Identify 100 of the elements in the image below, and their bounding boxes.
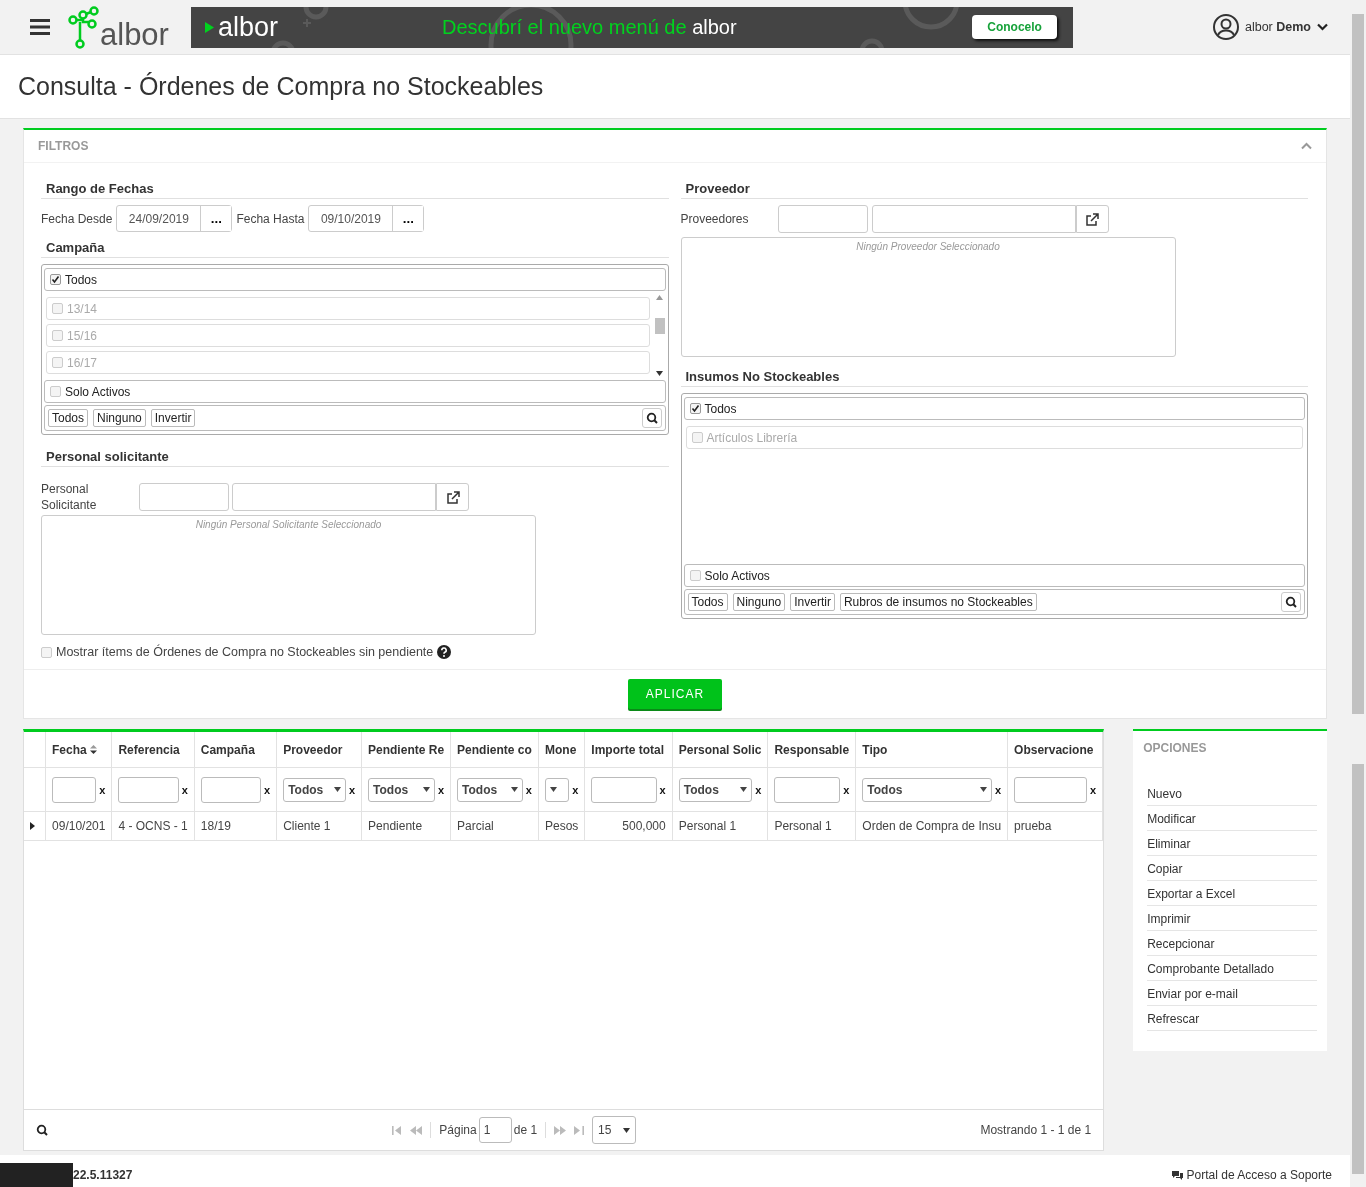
panel-title: OPCIONES [1143,741,1208,755]
option-link[interactable]: Imprimir [1147,906,1317,931]
checkbox-label[interactable]: Todos [65,272,98,287]
column-header[interactable]: Observacione [1007,732,1103,768]
column-header[interactable]: Tipo [855,732,1008,768]
checkbox[interactable] [50,274,61,285]
filter-field[interactable] [52,776,97,803]
option-link[interactable]: Enviar por e-mail [1147,981,1317,1006]
table-cell: 500,000 [584,811,673,841]
sort-icon[interactable] [90,744,98,754]
scroll-thumb[interactable] [1352,14,1364,714]
clear-filter-button[interactable]: x [264,783,271,796]
column-header[interactable]: Referencia [111,732,195,768]
select-button[interactable]: Ninguno [93,409,146,427]
next-page-icon[interactable] [554,1125,567,1135]
search-icon [1285,596,1297,608]
column-header[interactable]: Mone [538,732,585,768]
clear-filter-button[interactable]: x [994,783,1002,796]
filter-field[interactable] [118,776,179,803]
help-icon[interactable] [437,645,452,659]
filter-dropdown[interactable]: Todos [283,777,346,802]
option-link[interactable]: Nuevo [1147,781,1317,806]
option-link[interactable]: Refrescar [1147,1006,1317,1031]
name-field[interactable] [871,205,1076,233]
expand-icon[interactable] [30,822,35,830]
option-link[interactable]: Eliminar [1147,831,1317,856]
select-button[interactable]: Todos [48,409,89,427]
scroll-up-icon[interactable] [656,295,663,300]
clear-filter-button[interactable]: x [572,783,579,796]
user-menu[interactable]: albor Demo [1245,20,1311,34]
clear-filter-button[interactable]: x [99,783,106,796]
chevron-up-icon[interactable] [1301,142,1312,150]
checkbox[interactable] [689,403,701,414]
previous-page-icon[interactable] [410,1125,423,1135]
page-size-dropdown[interactable]: 15 [592,1116,637,1144]
select-button[interactable]: Invertir [150,409,196,427]
clear-filter-button[interactable]: x [659,783,666,796]
filter-field[interactable] [200,776,262,803]
table-cell: 4 - OCNS - 1 [111,811,195,841]
avatar-icon[interactable] [1213,14,1239,40]
option-link[interactable]: Comprobante Detallado [1147,956,1317,981]
select-button[interactable]: Invertir [790,593,835,611]
banner[interactable]: albor Descubrí el nuevo menú de albor Conocelo [190,6,1073,48]
scroll-down-icon[interactable] [656,371,663,376]
column-header[interactable]: Campaña [194,732,277,768]
select-button[interactable]: Todos [687,593,728,611]
clear-filter-button[interactable]: x [1090,783,1097,796]
column-header[interactable]: Pendiente co [450,732,539,768]
scroll-thumb[interactable] [654,317,665,334]
table-cell: Parcial [450,811,539,841]
option-link[interactable]: Recepcionar [1147,931,1317,956]
menu-icon[interactable] [30,19,50,35]
checkbox-label[interactable]: Todos [704,401,737,416]
last-page-icon[interactable] [574,1125,585,1135]
search-button[interactable] [1281,592,1301,612]
column-header[interactable]: Responsable [767,732,856,768]
code-field[interactable] [777,205,868,233]
checkbox-label[interactable]: Solo Activos [704,568,770,583]
page-field[interactable]: 1 [478,1117,512,1143]
name-field[interactable] [232,483,436,511]
code-field[interactable] [139,483,229,511]
support-link[interactable]: Portal de Acceso a Soporte [1186,1168,1332,1182]
option-link[interactable]: Copiar [1147,856,1317,881]
filter-dropdown[interactable]: Todos [457,777,523,802]
filter-field[interactable] [774,776,841,803]
clear-filter-button[interactable]: x [348,783,356,796]
clear-filter-button[interactable]: x [525,783,532,796]
banner-message: Descubrí el nuevo menú de albor [442,15,737,39]
column-header[interactable]: Importe total [584,732,673,768]
column-header[interactable]: Proveedor [276,732,362,768]
checkbox-label[interactable]: Mostrar ítems de Órdenes de Compra no Stockeables sin pendiente [56,645,434,659]
first-page-icon[interactable] [392,1125,403,1135]
caret-icon [510,787,518,792]
filter-field[interactable] [1014,776,1087,803]
filter-dropdown[interactable] [544,777,570,802]
clear-filter-button[interactable]: x [437,783,445,796]
select-button[interactable]: Ninguno [732,593,786,611]
search-icon[interactable] [36,1124,48,1136]
caret-icon [740,787,748,792]
column-header[interactable]: Fecha [45,732,112,768]
clear-filter-button[interactable]: x [181,783,188,796]
search-button[interactable] [641,408,662,428]
checkbox-label[interactable]: Solo Activos [65,384,131,399]
clear-filter-button[interactable]: x [843,783,850,796]
logo-icon [68,6,100,50]
filter-dropdown[interactable]: Todos [862,777,992,802]
open-link-button[interactable] [436,483,469,511]
open-link-button[interactable] [1075,205,1109,233]
chevron-down-icon[interactable] [1317,23,1328,31]
filter-field[interactable] [591,776,657,803]
option-link[interactable]: Modificar [1147,806,1317,831]
scrollbar[interactable] [652,293,667,378]
column-header[interactable]: Personal Solic [672,732,768,768]
option-link[interactable]: Exportar a Excel [1147,881,1317,906]
scroll-thumb[interactable] [1352,764,1364,1174]
clear-filter-button[interactable]: x [755,783,762,796]
select-button[interactable]: Rubros de insumos no Stockeables [839,593,1037,611]
filter-dropdown[interactable]: Todos [678,777,753,802]
column-header[interactable]: Pendiente Re [361,732,451,768]
filter-dropdown[interactable]: Todos [368,777,435,802]
